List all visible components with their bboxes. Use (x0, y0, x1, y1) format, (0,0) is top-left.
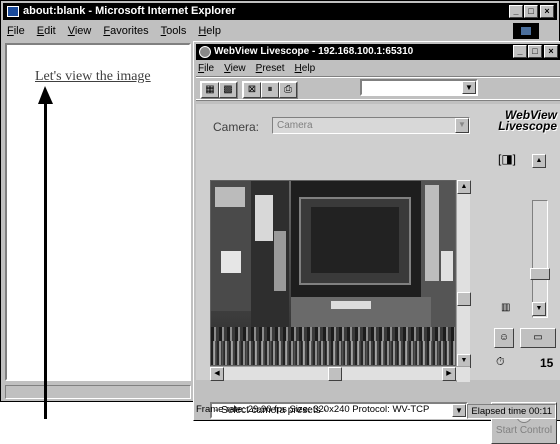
camera-label: Camera: (213, 120, 260, 134)
video-vertical-scrollbar[interactable]: ▲ ▼ (456, 180, 471, 382)
playback-button-group: ⊠ ⏸ ⎙ (242, 81, 298, 99)
chevron-down-icon[interactable]: ▼ (452, 404, 466, 417)
pointer-arrow-line (44, 100, 47, 419)
ie-menu-tools[interactable]: Tools (161, 25, 187, 37)
live-video-image (210, 180, 456, 366)
view-image-link[interactable]: Let's view the image (35, 69, 151, 85)
camera-select[interactable]: Camera ▼ (272, 117, 470, 134)
single-view-button[interactable]: ▦ (201, 82, 219, 98)
ie-window-icon (7, 6, 19, 17)
webview-window: WebView Livescope - 192.168.100.1:65310 … (193, 41, 560, 444)
snapshot-button[interactable]: ⊠ (243, 82, 261, 98)
camera-select-value: Camera (277, 120, 313, 131)
chevron-down-icon[interactable]: ▼ (462, 81, 476, 94)
zoom-up-button[interactable]: ▲ (532, 154, 546, 168)
ie-content-area: Let's view the image (5, 43, 191, 381)
ie-menu-bar: File Edit View Favorites Tools Help (3, 22, 557, 40)
zoom-down-button[interactable]: ▼ (532, 302, 546, 316)
camera-panel: Camera: Camera ▼ WebView Livescope ▲ ▼ ◀… (196, 104, 560, 444)
timer-icon: ⏱ (496, 356, 505, 368)
windows-logo-icon (513, 23, 539, 39)
scroll-up-icon[interactable]: ▲ (457, 180, 471, 194)
ie-minimize-button[interactable]: _ (509, 5, 523, 18)
zoom-slider-track[interactable] (532, 200, 548, 318)
elapsed-time-text: Elapsed time 00:11 (467, 404, 556, 419)
scroll-right-icon[interactable]: ▶ (442, 367, 456, 381)
fullscreen-icon[interactable]: ▭ (520, 328, 556, 348)
webview-menu-preset[interactable]: Preset (256, 63, 285, 74)
webview-minimize-button[interactable]: _ (513, 45, 527, 58)
webview-title-text: WebView Livescope - 192.168.100.1:65310 (214, 46, 414, 57)
webview-title-bar: WebView Livescope - 192.168.100.1:65310 … (196, 44, 560, 60)
zoom-slider-thumb[interactable] (530, 268, 550, 280)
ie-menu-favorites[interactable]: Favorites (103, 25, 148, 37)
layout-button-group: ▦ ▩ (200, 81, 238, 99)
quad-view-button[interactable]: ▩ (219, 82, 237, 98)
ie-title-text: about:blank - Microsoft Internet Explore… (23, 5, 236, 17)
webview-icon (199, 46, 211, 58)
ie-menu-view[interactable]: View (68, 25, 92, 37)
camera-operator-icon[interactable]: ☺ (494, 328, 514, 348)
chevron-down-icon[interactable]: ▼ (455, 118, 469, 133)
webview-menu-view[interactable]: View (224, 63, 246, 74)
video-horizontal-scrollbar[interactable]: ◀ ▶ (210, 366, 470, 381)
scroll-left-icon[interactable]: ◀ (210, 367, 224, 381)
ie-status-bar (5, 385, 191, 399)
pause-button[interactable]: ⏸ (261, 82, 279, 98)
zoom-tele-icon: ▥ (501, 302, 511, 313)
stream-status-text: Frame rate: 29.90 fps Size: 320x240 Prot… (196, 404, 430, 415)
horizontal-scroll-thumb[interactable] (328, 367, 342, 381)
ie-menu-help[interactable]: Help (198, 25, 221, 37)
webview-livescope-logo: WebView Livescope (498, 108, 557, 133)
start-control-label: Start Control (495, 425, 553, 436)
webview-menu-file[interactable]: File (198, 63, 214, 74)
print-button[interactable]: ⎙ (279, 82, 297, 98)
webview-menu-help[interactable]: Help (295, 63, 316, 74)
ie-title-bar: about:blank - Microsoft Internet Explore… (3, 3, 557, 20)
vertical-scroll-thumb[interactable] (457, 292, 471, 306)
zoom-wide-icon: [◨] (498, 152, 517, 166)
ie-maximize-button[interactable]: □ (524, 5, 538, 18)
ie-menu-edit[interactable]: Edit (37, 25, 56, 37)
webview-menu-bar: File View Preset Help (196, 61, 560, 75)
webview-close-button[interactable]: × (544, 45, 558, 58)
toolbar-dropdown[interactable]: ▼ (360, 79, 478, 96)
ie-close-button[interactable]: × (540, 5, 554, 18)
webview-maximize-button[interactable]: □ (528, 45, 542, 58)
ie-menu-file[interactable]: File (7, 25, 25, 37)
fps-value: 15 (540, 356, 554, 370)
